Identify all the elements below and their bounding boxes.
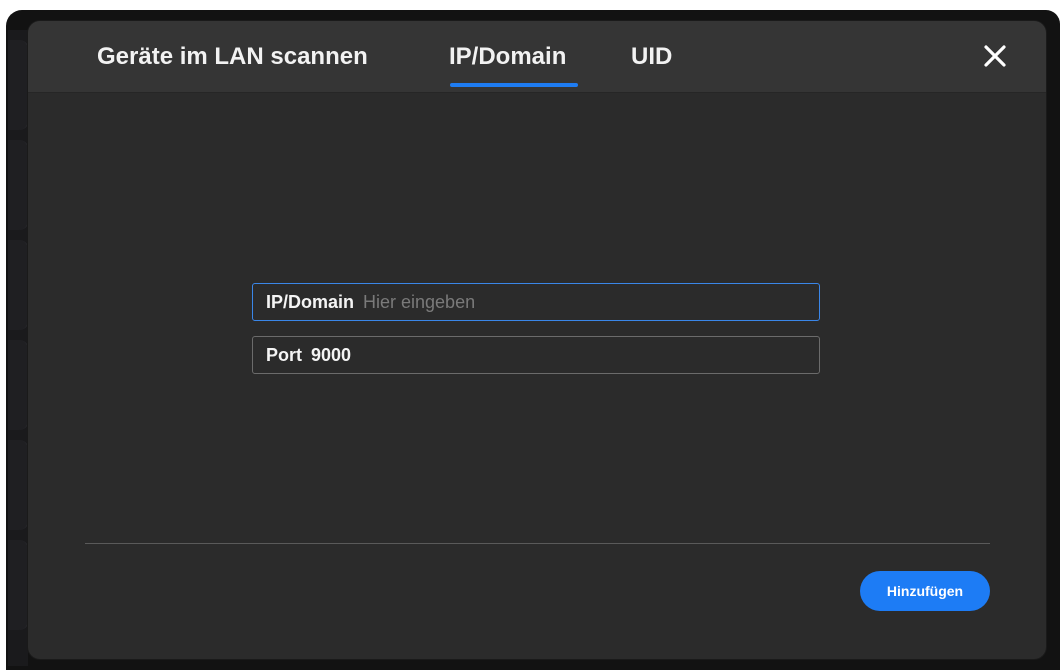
ip-domain-field[interactable]: IP/Domain — [252, 283, 820, 321]
background-sidebar — [8, 30, 29, 666]
active-tab-indicator — [450, 83, 578, 87]
add-device-dialog: Geräte im LAN scannen IP/Domain UID IP/D… — [28, 21, 1046, 659]
footer-divider — [85, 543, 990, 544]
background-sidebar-item — [8, 240, 29, 330]
tab-lan-scan[interactable]: Geräte im LAN scannen — [97, 43, 368, 71]
port-label: Port — [266, 344, 302, 365]
close-button[interactable] — [978, 39, 1012, 73]
close-icon — [984, 45, 1006, 67]
tab-ip-domain[interactable]: IP/Domain — [449, 43, 566, 71]
background-sidebar-item — [8, 40, 29, 130]
dialog-header: Geräte im LAN scannen IP/Domain UID — [28, 21, 1046, 93]
background-sidebar-item — [8, 340, 29, 430]
background-sidebar-item — [8, 440, 29, 530]
ip-domain-input[interactable] — [363, 287, 819, 317]
port-input[interactable] — [311, 340, 819, 370]
background-sidebar-item — [8, 140, 29, 230]
port-field[interactable]: Port — [252, 336, 820, 374]
background-sidebar-item — [8, 540, 29, 630]
ip-domain-label: IP/Domain — [266, 291, 355, 312]
tab-uid[interactable]: UID — [631, 43, 672, 71]
add-button[interactable]: Hinzufügen — [860, 571, 990, 611]
